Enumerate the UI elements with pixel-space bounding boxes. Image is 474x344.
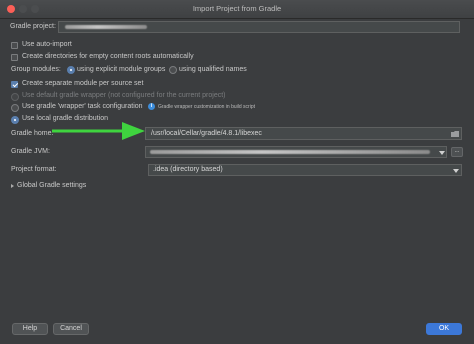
group-explicit-radio[interactable]: [67, 66, 75, 74]
folder-icon[interactable]: [451, 131, 459, 137]
group-qualified-label: using qualified names: [179, 66, 247, 73]
wrapper-note: Gradle wrapper customization in build sc…: [158, 104, 255, 110]
gradle-project-path-blurred: [65, 25, 147, 29]
wrapper-task-radio[interactable]: [11, 104, 19, 112]
group-explicit-label: using explicit module groups: [77, 66, 166, 73]
gradle-jvm-browse-button[interactable]: ...: [451, 147, 463, 157]
chevron-right-icon[interactable]: [11, 184, 14, 188]
gradle-project-field[interactable]: [58, 21, 460, 33]
gradle-jvm-select[interactable]: [145, 146, 447, 158]
group-qualified-radio[interactable]: [169, 66, 177, 74]
separate-module-checkbox[interactable]: [11, 81, 18, 88]
wrapper-task-label: Use gradle 'wrapper' task configuration: [22, 103, 143, 110]
gradle-jvm-blurred: [150, 150, 430, 154]
dropdown-arrow-icon: [453, 169, 459, 173]
gradle-home-label: Gradle home:: [11, 130, 54, 137]
import-gradle-dialog: Import Project from Gradle Gradle projec…: [0, 0, 474, 344]
separate-module-label: Create separate module per source set: [22, 80, 144, 87]
dropdown-arrow-icon: [439, 151, 445, 155]
use-auto-import-checkbox[interactable]: [11, 42, 18, 49]
gradle-project-label: Gradle project:: [10, 23, 56, 30]
global-gradle-settings-toggle[interactable]: Global Gradle settings: [17, 182, 86, 189]
project-format-select[interactable]: .idea (directory based): [148, 164, 462, 176]
project-format-value: .idea (directory based): [153, 166, 223, 173]
gradle-jvm-label: Gradle JVM:: [11, 148, 50, 155]
project-format-label: Project format:: [11, 166, 57, 173]
info-icon: i: [148, 103, 155, 110]
cancel-button[interactable]: Cancel: [53, 323, 89, 335]
title-bar: Import Project from Gradle: [0, 0, 474, 19]
local-distribution-radio[interactable]: [11, 116, 19, 124]
gradle-home-value: /usr/local/Cellar/gradle/4.8.1/libexec: [151, 130, 262, 137]
create-dirs-checkbox[interactable]: [11, 54, 18, 61]
gradle-home-field[interactable]: /usr/local/Cellar/gradle/4.8.1/libexec: [145, 127, 462, 140]
default-wrapper-label: Use default gradle wrapper (not configur…: [22, 92, 226, 99]
group-modules-label: Group modules:: [11, 66, 61, 73]
ok-button[interactable]: OK: [426, 323, 462, 335]
window-title: Import Project from Gradle: [192, 4, 282, 13]
create-dirs-label: Create directories for empty content roo…: [22, 53, 194, 60]
annotation-arrow: [52, 122, 145, 140]
help-button[interactable]: Help: [12, 323, 48, 335]
default-wrapper-radio[interactable]: [11, 93, 19, 101]
use-auto-import-label: Use auto-import: [22, 41, 72, 48]
